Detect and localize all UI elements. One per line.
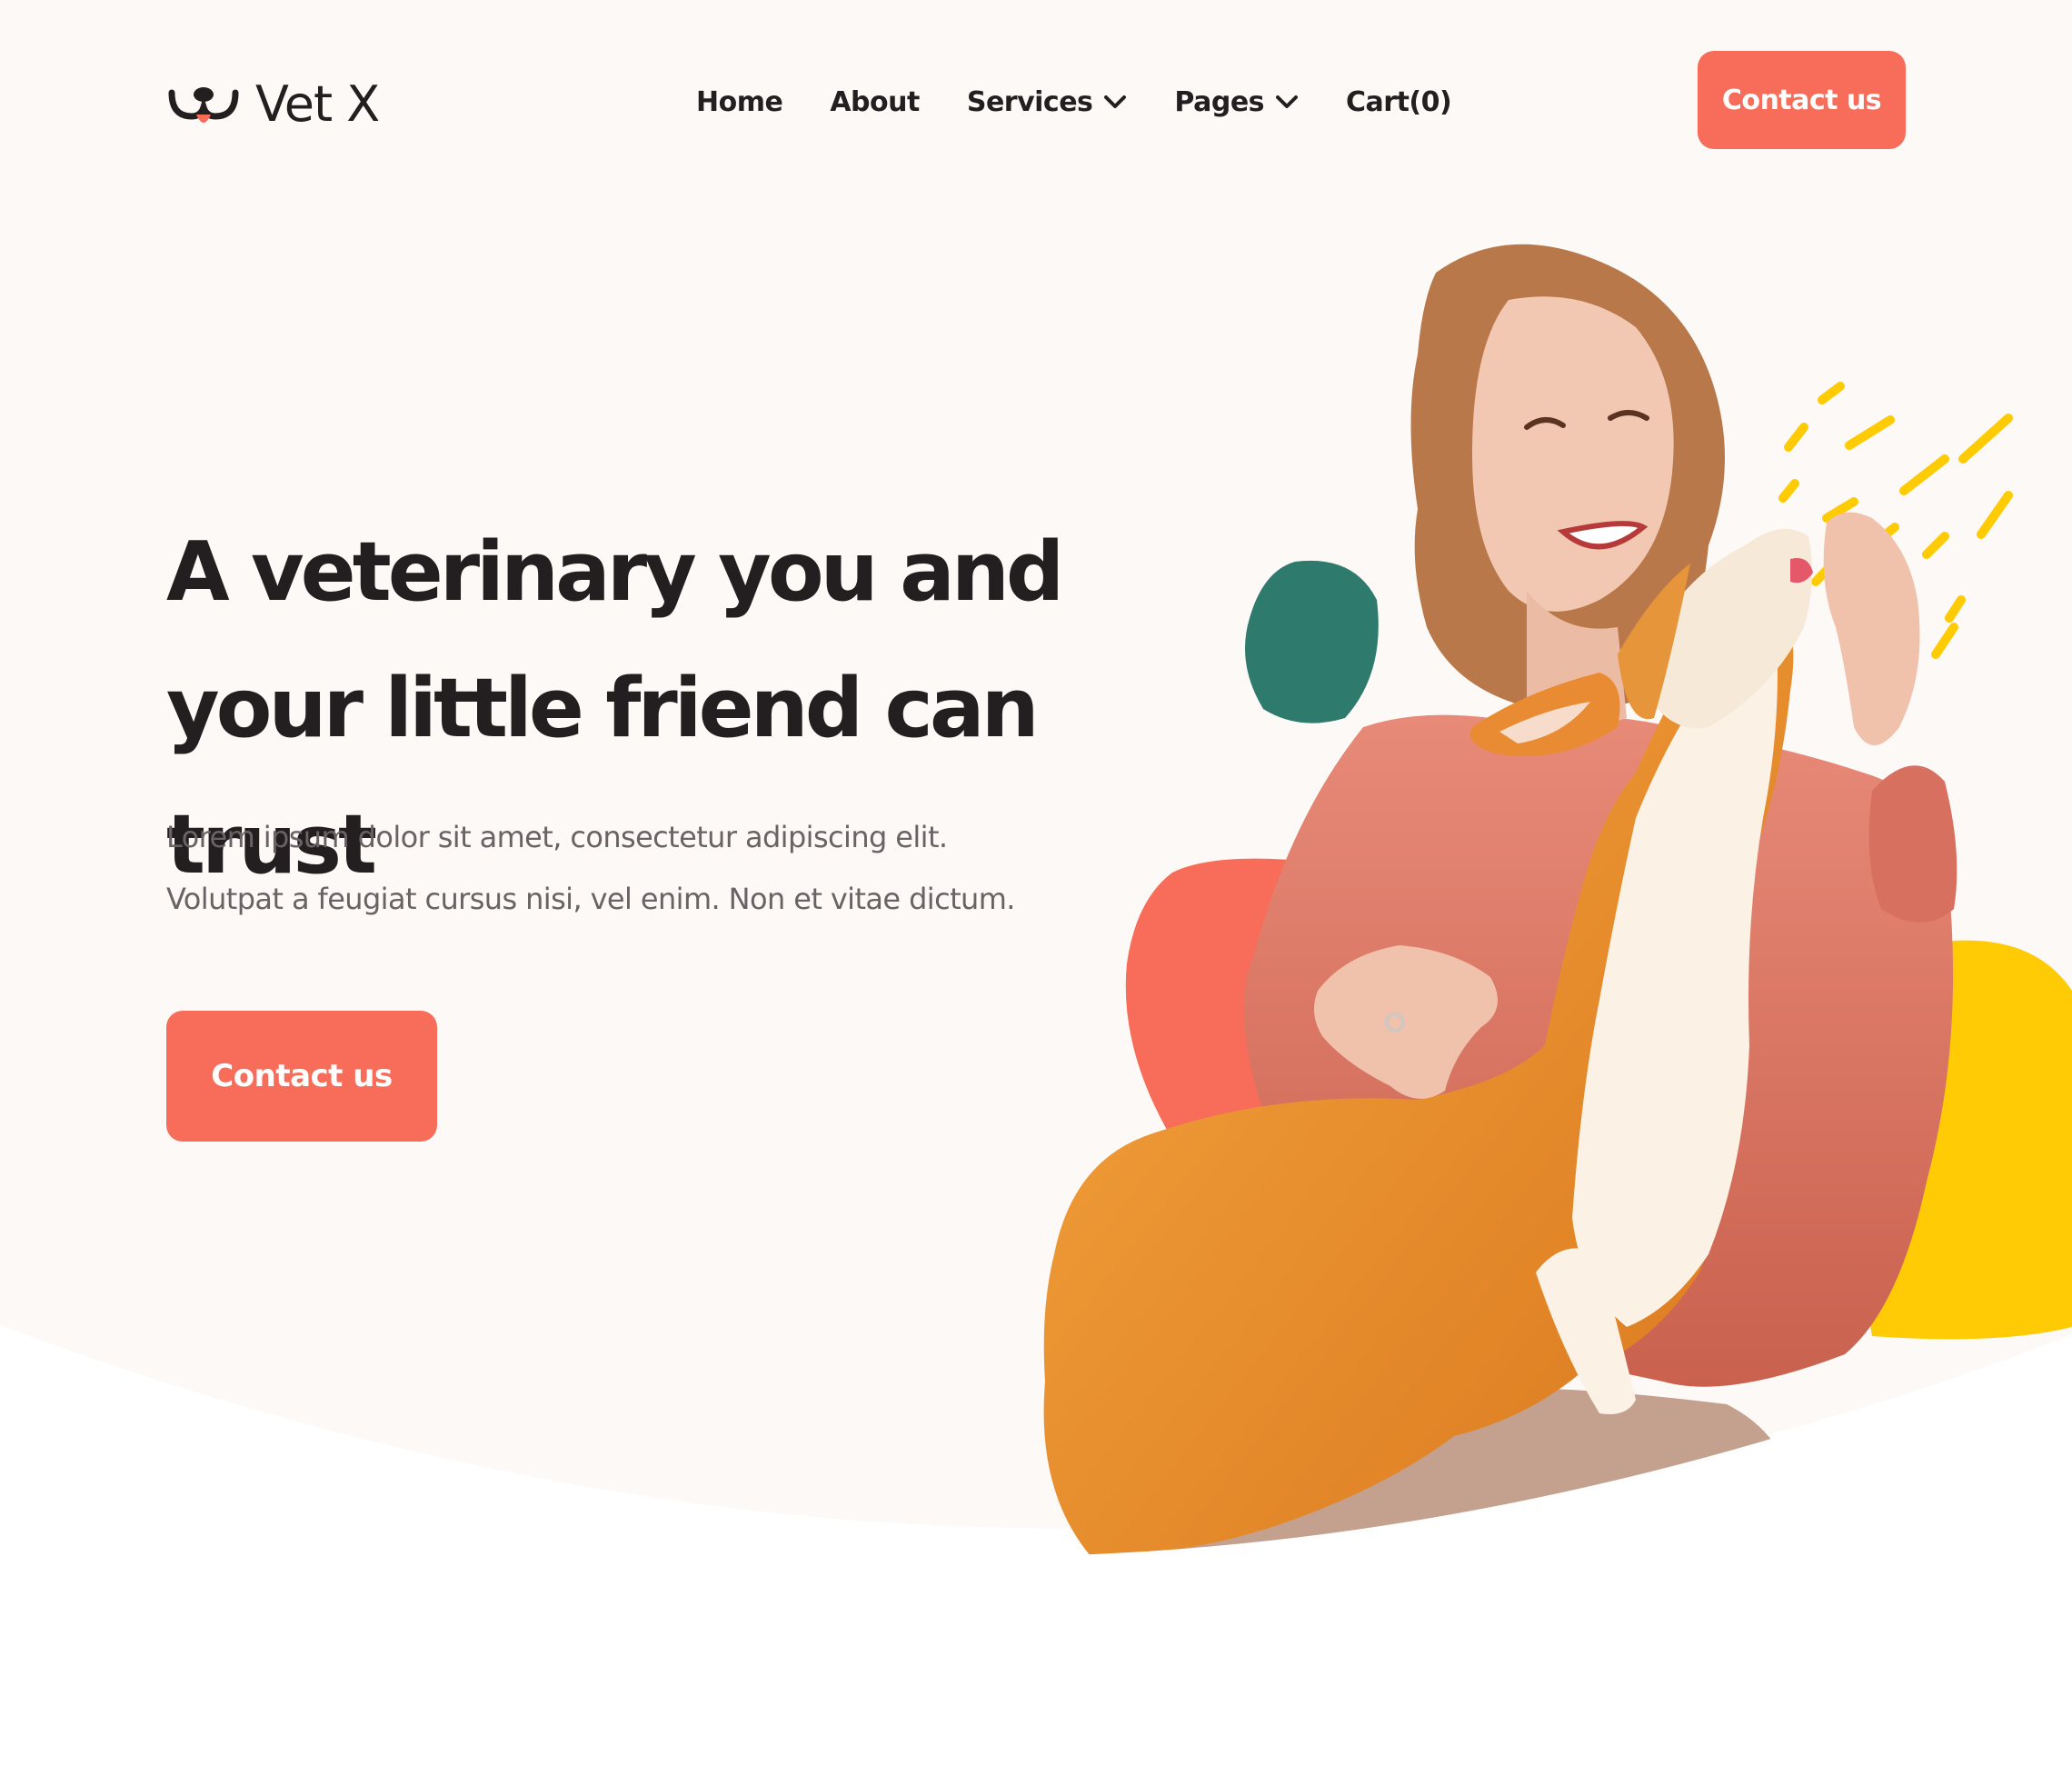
raised-arm-shape bbox=[1868, 765, 1957, 923]
nav-services-label: Services bbox=[966, 85, 1093, 118]
hero-subtitle: Lorem ipsum dolor sit amet, consectetur … bbox=[166, 806, 1075, 930]
nav-about-label: About bbox=[830, 85, 920, 118]
hero-subtitle-line-1: Lorem ipsum dolor sit amet, consectetur … bbox=[166, 820, 948, 854]
nav-cart-label: Cart(0) bbox=[1346, 85, 1452, 118]
nav-services[interactable]: Services bbox=[967, 86, 1128, 118]
nav-pages[interactable]: Pages bbox=[1174, 86, 1299, 118]
hand-shape bbox=[1823, 512, 1920, 745]
hero-subtitle-line-2: Volutpat a feugiat cursus nisi, vel enim… bbox=[166, 882, 1015, 916]
dog-face-logo-icon bbox=[168, 87, 239, 123]
header-contact-button[interactable]: Contact us bbox=[1698, 51, 1906, 149]
hero-title-line-1: A veterinary you and bbox=[166, 524, 1064, 620]
main-nav: Home About Services Pages Cart(0) bbox=[696, 76, 1452, 127]
nav-cart[interactable]: Cart(0) bbox=[1346, 85, 1452, 118]
chevron-down-icon bbox=[1104, 95, 1127, 108]
brand-name: Vet X bbox=[255, 75, 380, 133]
logo[interactable]: Vet X bbox=[168, 71, 380, 136]
chevron-down-icon bbox=[1276, 95, 1299, 108]
nav-pages-label: Pages bbox=[1174, 85, 1265, 118]
teal-blob-shape bbox=[1245, 560, 1379, 723]
nav-about[interactable]: About bbox=[830, 86, 920, 118]
nav-home-label: Home bbox=[696, 85, 783, 118]
site-header: Vet X Home About Services Pages Cart(0) … bbox=[0, 0, 2072, 200]
nav-home[interactable]: Home bbox=[696, 85, 783, 118]
hero-contact-button[interactable]: Contact us bbox=[166, 1011, 437, 1142]
